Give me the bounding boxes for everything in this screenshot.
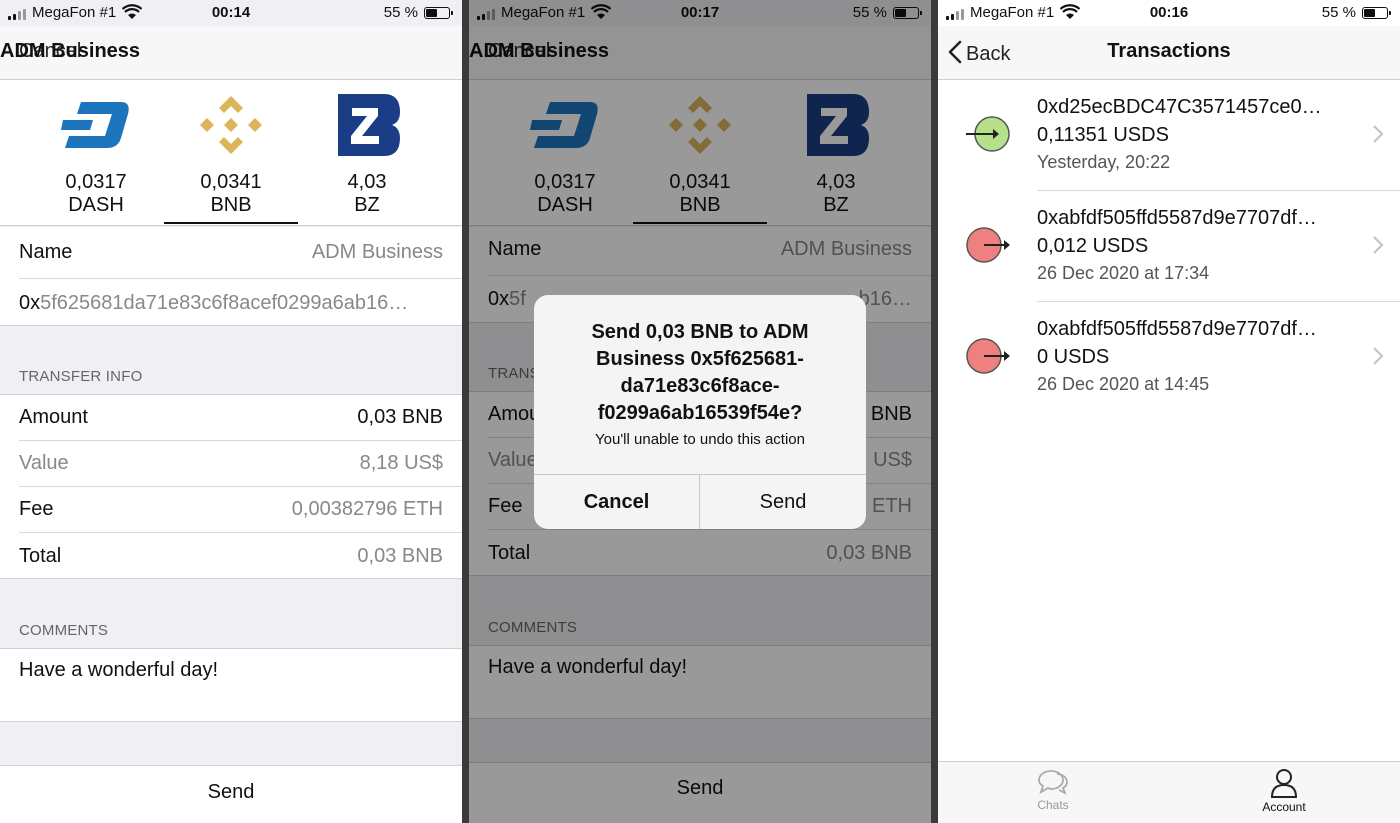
chats-icon	[1038, 770, 1068, 795]
send-button[interactable]: Send	[0, 765, 462, 823]
tx-date: 26 Dec 2020 at 17:34	[1037, 263, 1210, 283]
value-label: Value	[19, 452, 69, 474]
chevron-right-icon	[1373, 347, 1384, 365]
wallet-balance: 0,0317	[65, 171, 127, 193]
tab-label: Chats	[1037, 798, 1069, 812]
wallet-tab-dash[interactable]: 0,0317 DASH	[29, 80, 163, 226]
total-value: 0,03 BNB	[357, 545, 443, 567]
amount-value[interactable]: 0,03 BNB	[357, 406, 443, 429]
comment-field[interactable]: Have a wonderful day!	[0, 649, 462, 721]
recipient-section: Name ADM Business 0x5f625681da71e83c6f8a…	[0, 227, 462, 325]
alert-message: You'll unable to undo this action	[595, 431, 805, 448]
tx-date: 26 Dec 2020 at 14:45	[1037, 374, 1210, 394]
wallet-symbol: BNB	[210, 194, 252, 216]
tx-date: Yesterday, 20:22	[1037, 152, 1171, 172]
tx-amount: 0 USDS	[1037, 346, 1110, 368]
transaction-item[interactable]: 0xd25ecBDC47C3571457ce0… 0,11351 USDS Ye…	[938, 80, 1400, 191]
tx-amount: 0,012 USDS	[1037, 235, 1149, 257]
wallet-tab-bnb[interactable]: 0,0341 BNB	[164, 80, 298, 226]
comment-text: Have a wonderful day!	[19, 659, 219, 681]
wallet-tab-bz[interactable]: 4,03 BZ	[300, 80, 434, 226]
battery-icon	[424, 7, 453, 19]
dash-logo-icon	[61, 102, 129, 148]
transaction-item[interactable]: 0xabfdf505ffd5587d9e7707df… 0 USDS 26 De…	[938, 302, 1400, 413]
page-title: ADM Business	[0, 40, 141, 62]
wallet-selector: 0,0317 DASH 0,0341 BNB 4,03 BZ	[0, 80, 462, 226]
name-value: ADM Business	[311, 241, 443, 263]
tab-chats[interactable]: Chats	[993, 768, 1113, 812]
account-icon	[1270, 769, 1298, 798]
wallet-symbol: DASH	[68, 194, 124, 216]
total-label: Total	[19, 545, 62, 567]
tx-address: 0xabfdf505ffd5587d9e7707df…	[1037, 318, 1317, 340]
outgoing-tx-icon	[966, 227, 1010, 263]
transactions-screen: MegaFon #1 00:16 55 % Back Transactions …	[938, 0, 1400, 823]
battery-percent: 55 %	[383, 4, 418, 21]
tab-label: Account	[1262, 800, 1306, 814]
status-bar: MegaFon #1 00:16 55 %	[938, 0, 1400, 26]
tab-bar: Chats Account	[938, 761, 1400, 823]
tx-amount: 0,11351 USDS	[1037, 124, 1169, 146]
send-screen: MegaFon #1 00:14 55 % Cancel ADM Busines…	[0, 0, 462, 823]
transfer-info: Amount 0,03 BNB Value 8,18 US$ Fee 0,003…	[0, 395, 462, 578]
battery-icon	[1362, 7, 1391, 19]
chevron-right-icon	[1373, 125, 1384, 143]
comments-header: COMMENTS	[19, 622, 109, 639]
alert-send-button[interactable]: Send	[700, 475, 866, 529]
amount-label: Amount	[19, 406, 88, 428]
recipient-address[interactable]: 0x5f625681da71e83c6f8acef0299a6ab16…	[19, 292, 408, 315]
tab-account[interactable]: Account	[1224, 768, 1344, 814]
chevron-right-icon	[1373, 236, 1384, 254]
outgoing-tx-icon	[966, 338, 1010, 374]
alert-cancel-button[interactable]: Cancel	[534, 475, 700, 529]
fee-value: 0,00382796 ETH	[291, 498, 443, 520]
wallet-balance: 4,03	[347, 171, 387, 193]
transfer-info-header: TRANSFER INFO	[19, 368, 143, 385]
battery-percent: 55 %	[1321, 4, 1356, 21]
value-value: 8,18 US$	[359, 452, 443, 474]
bitzeny-logo-icon	[338, 94, 400, 156]
wallet-balance: 0,0341	[200, 171, 262, 193]
tx-address: 0xd25ecBDC47C3571457ce0…	[1037, 96, 1322, 118]
confirm-alert: Send 0,03 BNB to ADM Business 0x5f625681…	[534, 295, 866, 529]
wallet-symbol: BZ	[354, 194, 380, 216]
name-label: Name	[19, 241, 73, 263]
nav-bar: Back Transactions	[938, 26, 1400, 80]
incoming-tx-icon	[966, 116, 1010, 152]
fee-label: Fee	[19, 498, 54, 520]
status-bar: MegaFon #1 00:14 55 %	[0, 0, 462, 26]
alert-title: Send 0,03 BNB to ADM Business 0x5f625681…	[591, 321, 809, 424]
binance-logo-icon	[200, 96, 262, 154]
page-title: Transactions	[1107, 40, 1231, 62]
tx-address: 0xabfdf505ffd5587d9e7707df…	[1037, 207, 1317, 229]
nav-bar: Cancel ADM Business	[0, 26, 462, 80]
transaction-item[interactable]: 0xabfdf505ffd5587d9e7707df… 0,012 USDS 2…	[938, 191, 1400, 302]
confirm-screen: MegaFon #1 00:17 55 % Cancel ADM Busines…	[469, 0, 931, 823]
alert-buttons: Cancel Send	[534, 474, 866, 529]
